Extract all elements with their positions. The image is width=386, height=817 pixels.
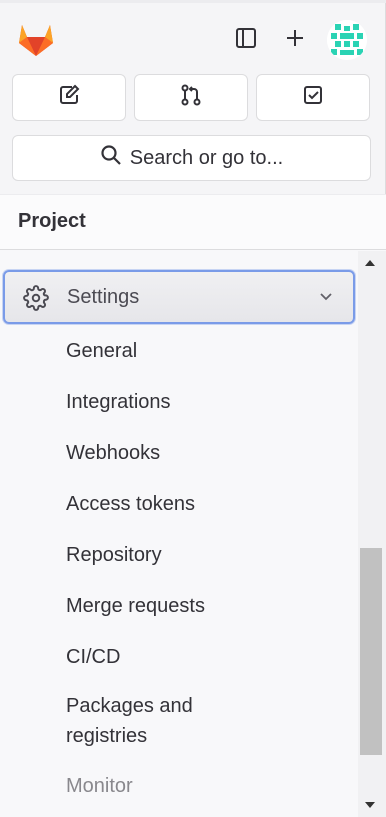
nav-subitem-merge-requests[interactable]: Merge requests bbox=[66, 591, 205, 621]
user-avatar[interactable] bbox=[327, 20, 367, 60]
todo-button[interactable] bbox=[256, 74, 370, 121]
nav-subitem-monitor[interactable]: Monitor bbox=[66, 771, 133, 801]
search-label: Search or go to... bbox=[129, 146, 284, 169]
scroll-up-arrow-icon[interactable] bbox=[363, 256, 377, 275]
section-title: Project bbox=[18, 210, 86, 232]
nav-subitem-integrations[interactable]: Integrations bbox=[66, 387, 171, 417]
gear-icon bbox=[23, 285, 49, 316]
nav-subitem-ci-cd[interactable]: CI/CD bbox=[66, 642, 120, 672]
plus-icon[interactable] bbox=[281, 24, 309, 52]
project-section: Project bbox=[0, 194, 386, 250]
nav-subitem-packages-registries[interactable]: Packages and registries bbox=[66, 691, 226, 751]
nav-subitem-access-tokens[interactable]: Access tokens bbox=[66, 489, 195, 519]
scroll-down-arrow-icon[interactable] bbox=[363, 798, 377, 817]
nav-subitem-general[interactable]: General bbox=[66, 336, 137, 366]
search-icon bbox=[100, 144, 122, 172]
todo-icon bbox=[302, 84, 324, 111]
search-button[interactable]: Search or go to... bbox=[12, 135, 371, 181]
nav-item-settings[interactable]: Settings bbox=[3, 270, 355, 324]
merge-requests-icon bbox=[180, 84, 202, 111]
nav-subitem-repository[interactable]: Repository bbox=[66, 540, 162, 570]
chevron-down-icon bbox=[318, 288, 334, 309]
nav-item-settings-label: Settings bbox=[67, 286, 140, 308]
sidebar-toggle-icon[interactable] bbox=[232, 24, 260, 52]
merge-requests-button[interactable] bbox=[134, 74, 248, 121]
gitlab-logo-icon[interactable] bbox=[16, 20, 56, 58]
project-nav: Settings General Integrations Webhooks A… bbox=[0, 251, 358, 817]
scrollbar-thumb[interactable] bbox=[360, 548, 382, 755]
nav-subitem-webhooks[interactable]: Webhooks bbox=[66, 438, 160, 468]
top-border bbox=[0, 0, 386, 3]
issues-icon bbox=[58, 84, 80, 111]
issues-button[interactable] bbox=[12, 74, 126, 121]
